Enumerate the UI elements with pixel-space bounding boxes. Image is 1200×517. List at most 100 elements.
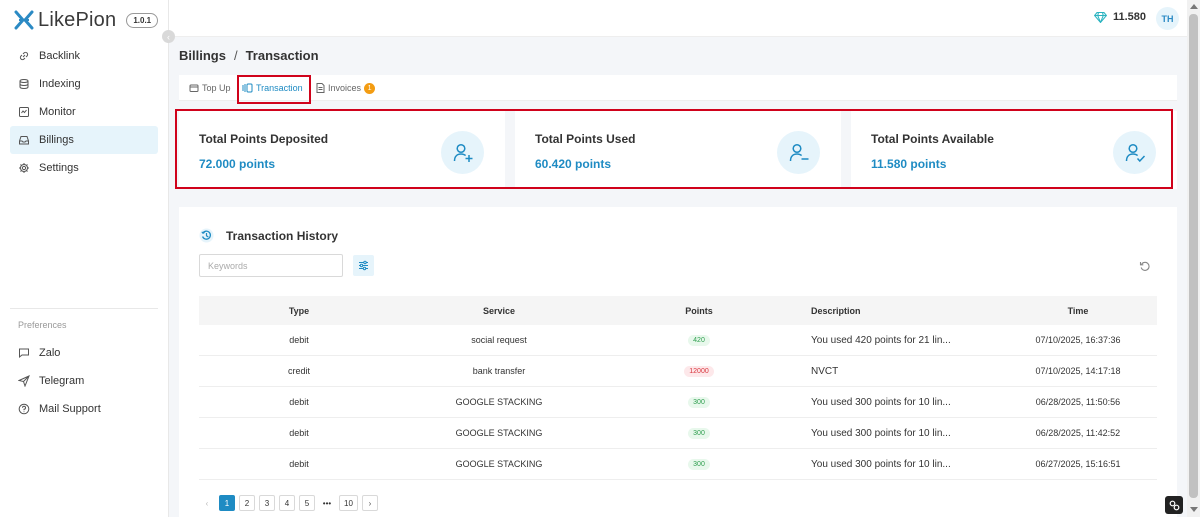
- points-pill: 300: [688, 428, 710, 439]
- document-icon: [316, 83, 325, 93]
- column-header-points: Points: [685, 305, 713, 316]
- column-header-time: Time: [1067, 305, 1089, 316]
- logo-icon: [14, 10, 34, 30]
- sidebar-item-indexing[interactable]: Indexing: [10, 70, 158, 98]
- sidebar-item-telegram[interactable]: Telegram: [10, 367, 158, 395]
- cell-description: You used 300 points for 10 lin...: [811, 396, 951, 408]
- preferences-nav: Zalo Telegram Mail Support: [10, 339, 158, 423]
- cell-time: 06/28/2025, 11:50:56: [1035, 397, 1121, 407]
- sidebar-item-settings[interactable]: Settings: [10, 154, 158, 182]
- sliders-icon: [359, 260, 368, 271]
- pagination-page-4[interactable]: 4: [279, 495, 295, 511]
- sidebar-item-label: Mail Support: [39, 403, 101, 415]
- points-pill: 420: [688, 335, 710, 346]
- transaction-table: Type Service Points Description Time deb…: [199, 296, 1157, 480]
- pagination-next-button[interactable]: ›: [362, 495, 378, 511]
- table-row[interactable]: debit GOOGLE STACKING 300 You used 300 p…: [199, 387, 1157, 418]
- app-name: LikePion: [38, 8, 117, 31]
- pagination-ellipsis[interactable]: •••: [319, 495, 335, 511]
- stats-highlight-box: [175, 109, 1173, 189]
- breadcrumb-separator: /: [233, 48, 238, 63]
- scroll-up-arrow-icon[interactable]: [1190, 4, 1198, 9]
- column-header-type: Type: [288, 305, 310, 316]
- tab-top-up[interactable]: Top Up: [189, 75, 231, 101]
- top-bar: 11.580 TH: [169, 0, 1187, 37]
- pagination-prev-button[interactable]: ‹: [199, 495, 215, 511]
- avatar[interactable]: TH: [1156, 7, 1179, 30]
- table-row[interactable]: debit GOOGLE STACKING 300 You used 300 p…: [199, 418, 1157, 449]
- keywords-search-input[interactable]: [199, 254, 343, 277]
- cell-description: NVCT: [811, 365, 839, 377]
- main-nav: Backlink Indexing Monitor Billings Setti…: [10, 42, 158, 182]
- divider: [10, 308, 158, 309]
- sidebar-item-zalo[interactable]: Zalo: [10, 339, 158, 367]
- help-circle-icon: [18, 403, 30, 415]
- cell-time: 06/28/2025, 11:42:52: [1035, 428, 1121, 438]
- filter-button[interactable]: [353, 255, 374, 276]
- sidebar-item-monitor[interactable]: Monitor: [10, 98, 158, 126]
- billing-tabs: Top Up Transaction Invoices 1: [179, 75, 1177, 101]
- tab-highlight-box: [237, 75, 311, 104]
- sidebar-item-label: Telegram: [39, 375, 85, 387]
- cell-type: debit: [289, 335, 309, 345]
- link-widget-button[interactable]: [1165, 496, 1183, 514]
- cell-description: You used 300 points for 10 lin...: [811, 427, 951, 439]
- pagination-page-1[interactable]: 1: [219, 495, 235, 511]
- cell-type: credit: [287, 366, 310, 376]
- sidebar-item-label: Billings: [39, 134, 74, 146]
- breadcrumb-parent[interactable]: Billings: [179, 48, 226, 63]
- breadcrumb-current: Transaction: [245, 48, 319, 63]
- wallet-icon: [189, 84, 199, 92]
- table-row[interactable]: credit bank transfer 12000 NVCT 07/10/20…: [199, 356, 1157, 387]
- cell-service: GOOGLE STACKING: [455, 397, 543, 407]
- database-icon: [19, 79, 29, 89]
- cell-points: 12000: [599, 365, 799, 377]
- send-icon: [18, 375, 30, 387]
- pagination-page-5[interactable]: 5: [299, 495, 315, 511]
- sidebar-item-billings[interactable]: Billings: [10, 126, 158, 154]
- history-heading: Transaction History: [199, 228, 338, 243]
- points-pill: 300: [688, 397, 710, 408]
- logo[interactable]: LikePion 1.0.1: [14, 8, 159, 32]
- column-header-service: Service: [482, 305, 516, 316]
- cell-points: 300: [599, 458, 799, 470]
- pagination-page-3[interactable]: 3: [259, 495, 275, 511]
- pagination-page-10[interactable]: 10: [339, 495, 358, 511]
- inbox-icon: [19, 136, 29, 145]
- breadcrumb: Billings / Transaction: [179, 48, 319, 63]
- link-icon: [19, 51, 29, 61]
- sidebar-item-backlink[interactable]: Backlink: [10, 42, 158, 70]
- chevron-left-icon: ‹: [167, 31, 170, 42]
- cell-time: 07/10/2025, 14:17:18: [1035, 366, 1121, 376]
- pagination-page-2[interactable]: 2: [239, 495, 255, 511]
- tab-label: Top Up: [202, 83, 231, 93]
- table-row[interactable]: debit social request 420 You used 420 po…: [199, 325, 1157, 356]
- cell-service: GOOGLE STACKING: [455, 459, 543, 469]
- cell-service: bank transfer: [472, 366, 526, 376]
- history-icon: [199, 228, 214, 243]
- cell-description: You used 300 points for 10 lin...: [811, 458, 951, 470]
- sidebar-item-label: Monitor: [39, 106, 76, 118]
- pagination: ‹ 1 2 3 4 5 ••• 10 ›: [199, 495, 382, 511]
- column-header-description: Description: [811, 305, 861, 316]
- reload-button[interactable]: [1136, 257, 1154, 275]
- chain-link-icon: [1169, 500, 1179, 510]
- sidebar-item-label: Backlink: [39, 50, 80, 62]
- cell-time: 07/10/2025, 16:37:36: [1035, 335, 1121, 345]
- chat-icon: [19, 348, 29, 359]
- sidebar: LikePion 1.0.1 Backlink Indexing Monitor…: [0, 0, 169, 517]
- cell-points: 420: [599, 334, 799, 346]
- scroll-down-arrow-icon[interactable]: [1190, 507, 1198, 512]
- points-balance: 11.580: [1093, 11, 1146, 23]
- reload-icon: [1139, 261, 1150, 271]
- cell-service: GOOGLE STACKING: [455, 428, 543, 438]
- table-row[interactable]: debit GOOGLE STACKING 300 You used 300 p…: [199, 449, 1157, 480]
- tab-invoices[interactable]: Invoices 1: [316, 75, 376, 101]
- transaction-history-panel: Transaction History Type Service Points …: [179, 207, 1177, 517]
- sidebar-item-label: Settings: [39, 162, 79, 174]
- collapse-sidebar-button[interactable]: ‹: [162, 30, 175, 43]
- scroll-thumb[interactable]: [1189, 14, 1198, 498]
- cell-points: 300: [599, 427, 799, 439]
- sidebar-item-mail-support[interactable]: Mail Support: [10, 395, 158, 423]
- scrollbar[interactable]: [1187, 0, 1200, 517]
